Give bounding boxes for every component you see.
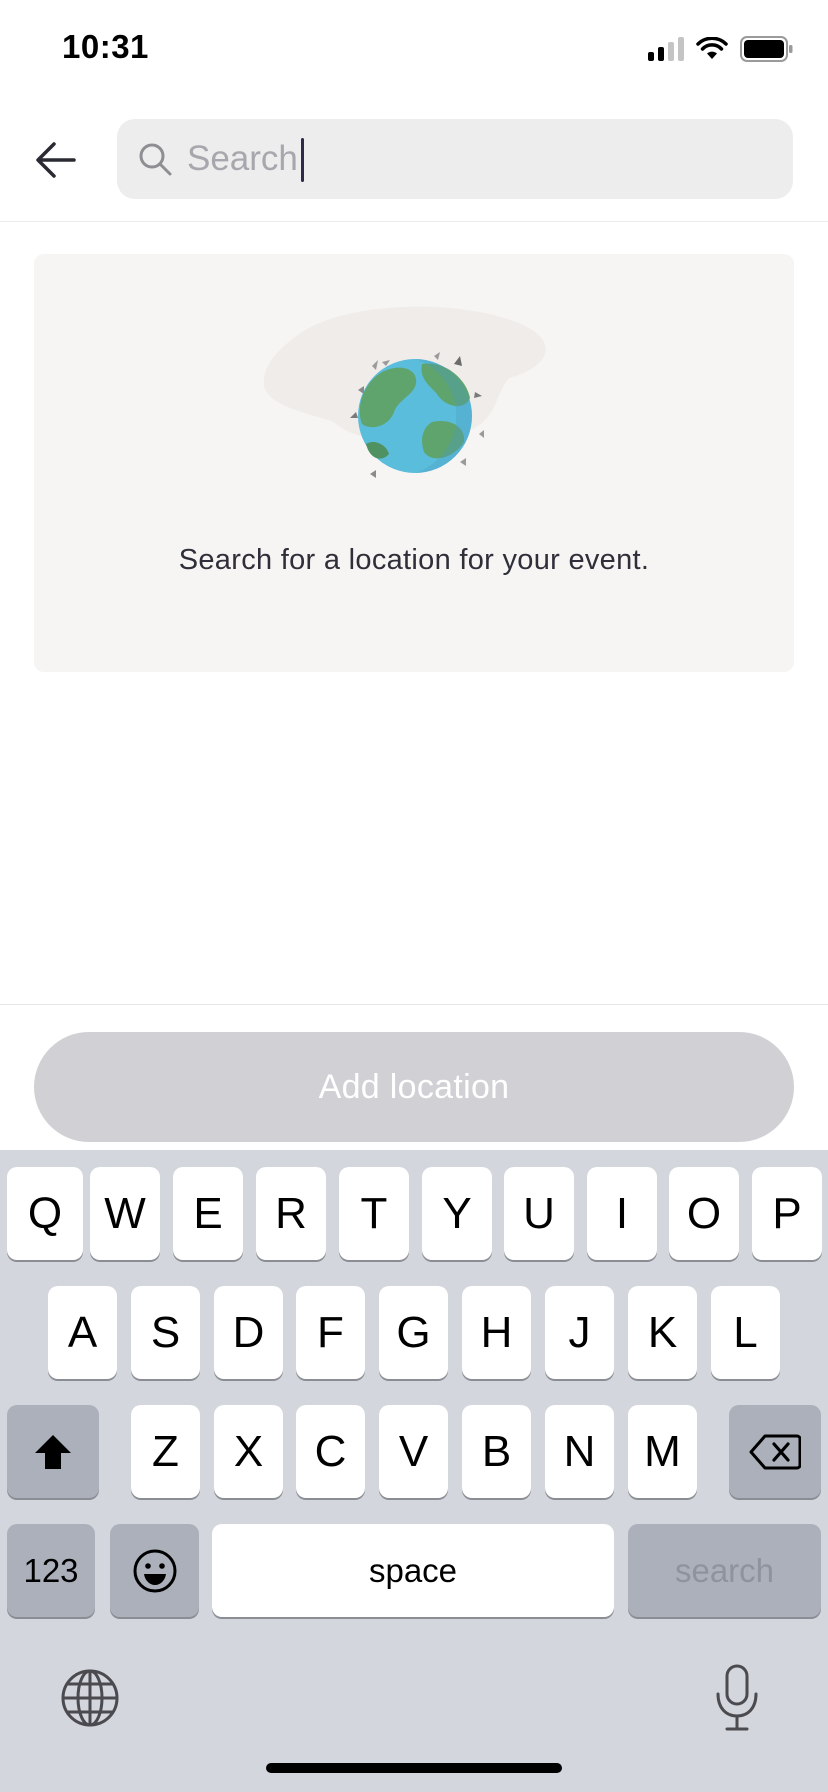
key-a[interactable]: A xyxy=(48,1286,117,1379)
key-v[interactable]: V xyxy=(379,1405,448,1498)
key-l[interactable]: L xyxy=(711,1286,780,1379)
key-y[interactable]: Y xyxy=(422,1167,492,1260)
empty-state-message: Search for a location for your event. xyxy=(178,544,650,576)
status-icons xyxy=(648,34,794,64)
globe-illustration xyxy=(254,294,574,484)
microphone-icon xyxy=(716,1664,758,1731)
backspace-icon xyxy=(749,1434,801,1469)
key-f[interactable]: F xyxy=(296,1286,365,1379)
numbers-key[interactable]: 123 xyxy=(7,1524,95,1617)
search-key[interactable]: search xyxy=(628,1524,821,1617)
emoji-icon xyxy=(133,1549,176,1592)
search-bar[interactable] xyxy=(117,119,793,199)
globe-icon xyxy=(263,306,546,478)
status-time: 10:31 xyxy=(62,28,149,65)
key-e[interactable]: E xyxy=(173,1167,243,1260)
wifi-icon xyxy=(696,37,728,59)
key-x[interactable]: X xyxy=(214,1405,283,1498)
signal-icon xyxy=(648,37,684,61)
text-cursor xyxy=(301,138,304,182)
key-g[interactable]: G xyxy=(379,1286,448,1379)
globe-icon xyxy=(61,1669,119,1727)
globe-key[interactable] xyxy=(58,1666,122,1730)
add-location-button[interactable]: Add location xyxy=(34,1032,794,1142)
action-bar: Add location xyxy=(0,1004,828,1150)
key-j[interactable]: J xyxy=(545,1286,614,1379)
key-n[interactable]: N xyxy=(545,1405,614,1498)
search-input[interactable] xyxy=(187,129,747,189)
key-r[interactable]: R xyxy=(256,1167,326,1260)
arrow-left-icon xyxy=(36,142,76,178)
key-p[interactable]: P xyxy=(752,1167,822,1260)
back-button[interactable] xyxy=(28,132,84,188)
header xyxy=(0,96,828,222)
shift-key[interactable] xyxy=(7,1405,99,1498)
shift-icon xyxy=(35,1434,71,1469)
key-s[interactable]: S xyxy=(131,1286,200,1379)
keyboard: Q W E R T Y U I O P A S D F G H J K L Z … xyxy=(0,1150,828,1792)
key-u[interactable]: U xyxy=(504,1167,574,1260)
key-z[interactable]: Z xyxy=(131,1405,200,1498)
key-b[interactable]: B xyxy=(462,1405,531,1498)
search-icon xyxy=(139,143,172,176)
key-c[interactable]: C xyxy=(296,1405,365,1498)
key-i[interactable]: I xyxy=(587,1167,657,1260)
space-key[interactable]: space xyxy=(212,1524,614,1617)
home-indicator[interactable] xyxy=(266,1763,562,1773)
key-q[interactable]: Q xyxy=(7,1167,83,1260)
key-m[interactable]: M xyxy=(628,1405,697,1498)
key-o[interactable]: O xyxy=(669,1167,739,1260)
microphone-key[interactable] xyxy=(712,1662,762,1734)
backspace-key[interactable] xyxy=(729,1405,821,1498)
empty-state-card: Search for a location for your event. xyxy=(34,254,794,672)
key-w[interactable]: W xyxy=(90,1167,160,1260)
battery-icon xyxy=(740,36,793,62)
emoji-key[interactable] xyxy=(110,1524,199,1617)
key-d[interactable]: D xyxy=(214,1286,283,1379)
key-k[interactable]: K xyxy=(628,1286,697,1379)
key-t[interactable]: T xyxy=(339,1167,409,1260)
status-bar: 10:31 xyxy=(0,0,828,96)
key-h[interactable]: H xyxy=(462,1286,531,1379)
